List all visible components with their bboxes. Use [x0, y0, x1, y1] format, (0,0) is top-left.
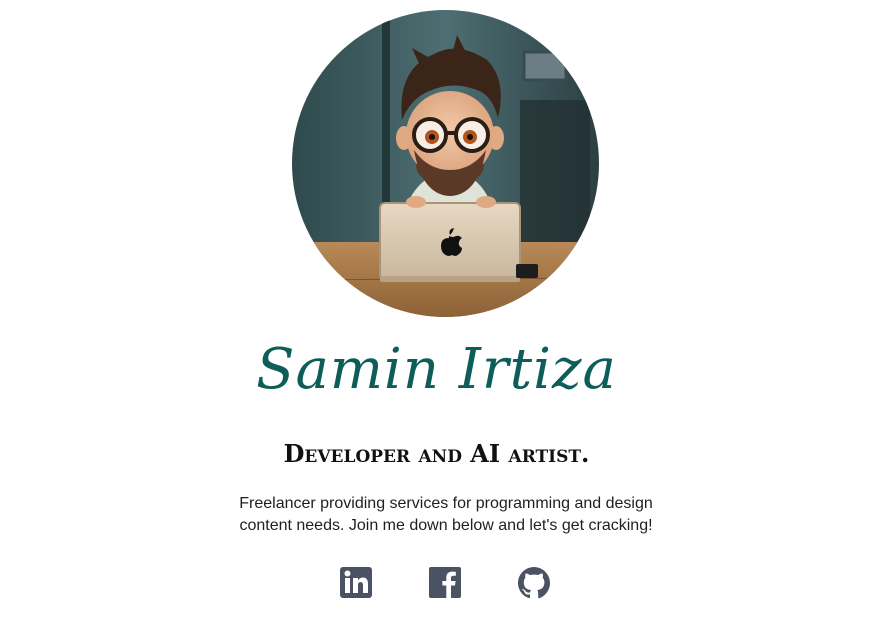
github-link[interactable]: [517, 566, 551, 600]
profile-tagline: Developer and AI artist.: [283, 439, 590, 468]
linkedin-icon: [340, 567, 372, 598]
social-links: [0, 566, 873, 600]
profile-page: Samin Irtiza Developer and AI artist. Fr…: [0, 0, 873, 625]
profile-description: Freelancer providing services for progra…: [239, 495, 653, 534]
linkedin-link[interactable]: [340, 566, 374, 600]
avatar-illustration: [292, 10, 599, 317]
avatar: [292, 10, 599, 317]
profile-name: Samin Irtiza: [256, 337, 617, 402]
facebook-link[interactable]: [429, 566, 463, 600]
facebook-icon: [429, 567, 461, 598]
github-icon: [518, 567, 550, 599]
